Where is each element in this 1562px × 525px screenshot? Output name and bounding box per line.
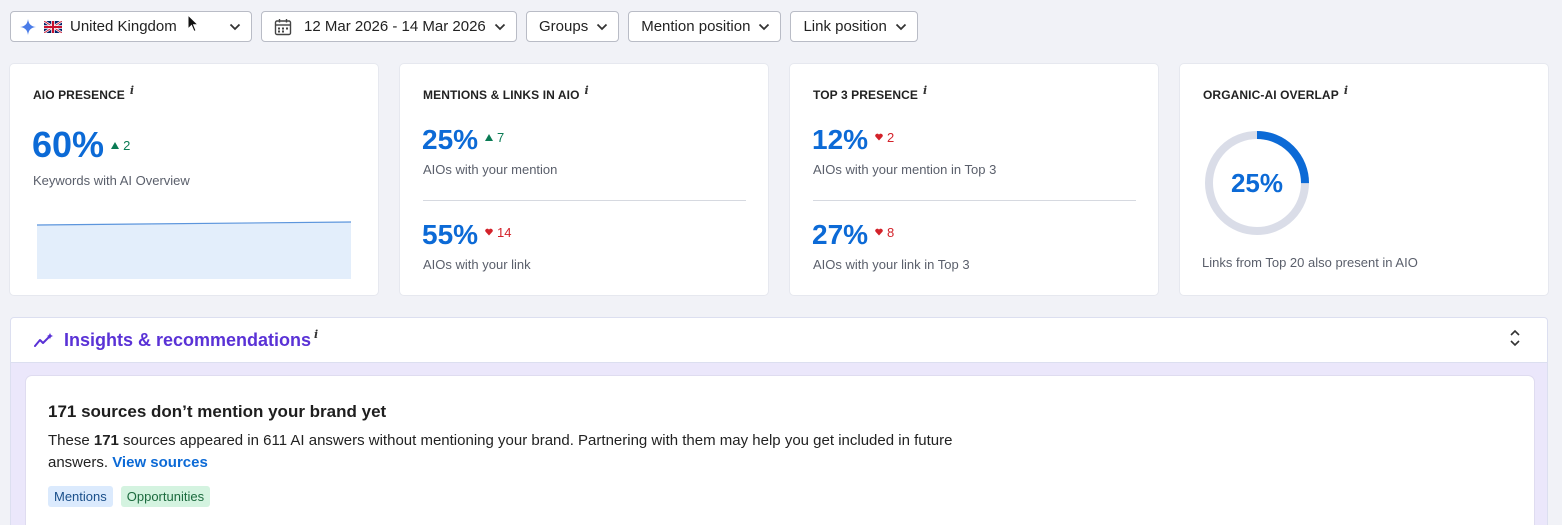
metric-subtitle: AIOs with your link in Top 3 (813, 257, 970, 272)
triangle-up-icon (485, 134, 494, 141)
insights-title: Insights & recommendations (64, 329, 312, 350)
chevron-down-icon (887, 23, 907, 31)
date-range-label: 12 Mar 2026 - 14 Mar 2026 (304, 18, 486, 35)
chevron-down-icon (221, 23, 241, 31)
groups-label: Groups (539, 18, 589, 35)
view-sources-link[interactable]: View sources (112, 454, 208, 471)
aio-presence-card: AIO PRESENCE i 60% 2 Keywords with AI Ove… (10, 64, 378, 295)
aio-presence-value: 60% 2 (32, 124, 130, 166)
chevron-down-icon (750, 23, 770, 31)
link-position-dropdown[interactable]: Link position (790, 11, 918, 42)
card-title-text: TOP 3 PRESENCE (813, 88, 918, 102)
metric-value: 60% (32, 124, 105, 165)
ai-sparkle-icon (20, 18, 36, 35)
recommendation-text: These 171 sources appeared in 611 AI ans… (48, 430, 1008, 474)
trend-sparkle-icon (34, 332, 54, 347)
delta-badge: 8 (875, 225, 894, 240)
top3-link-value: 27% 8 (812, 219, 894, 251)
heart-down-icon (485, 228, 493, 236)
chevron-down-icon (486, 23, 506, 31)
mention-position-label: Mention position (641, 18, 751, 35)
metric-subtitle: AIOs with your mention (423, 162, 558, 177)
delta-value: 8 (887, 224, 895, 240)
card-title: MENTIONS & LINKS IN AIO i (423, 84, 589, 102)
metric-subtitle: Links from Top 20 also present in AIO (1202, 255, 1418, 270)
rec-text-count: 171 (93, 432, 119, 449)
delta-value: 7 (497, 130, 505, 145)
mentions-links-card: MENTIONS & LINKS IN AIO i 25% 7 AIOs with… (400, 64, 768, 295)
metric-value: 27% (812, 219, 869, 250)
calendar-icon (274, 18, 292, 35)
chevron-down-icon (588, 23, 608, 31)
heart-down-icon (875, 228, 883, 236)
mouse-cursor-icon (187, 14, 199, 33)
card-title-text: AIO PRESENCE (33, 88, 125, 102)
metric-value: 25% (422, 124, 479, 155)
delta-badge: 7 (485, 130, 504, 145)
triangle-up-icon (111, 142, 120, 149)
info-icon[interactable]: i (314, 328, 318, 341)
link-position-label: Link position (803, 18, 887, 35)
card-title-text: MENTIONS & LINKS IN AIO (423, 88, 580, 102)
donut-value: 25% (1230, 167, 1284, 198)
insights-header[interactable]: Insights & recommendations i (11, 318, 1547, 363)
top3-presence-card: TOP 3 PRESENCE i 12% 2 AIOs with your men… (790, 64, 1158, 295)
card-title: AIO PRESENCE i (33, 84, 134, 102)
tag-mentions: Mentions (48, 486, 113, 507)
mention-position-dropdown[interactable]: Mention position (628, 11, 782, 42)
metric-subtitle: AIOs with your link (423, 257, 531, 272)
top3-mention-value: 12% 2 (812, 124, 894, 156)
mention-value: 25% 7 (422, 124, 504, 156)
link-value: 55% 14 (422, 219, 512, 251)
card-title: TOP 3 PRESENCE i (813, 84, 927, 102)
groups-dropdown[interactable]: Groups (526, 11, 620, 42)
organic-ai-overlap-card: ORGANIC-AI OVERLAP i 25% Links from Top 2… (1180, 64, 1548, 295)
metric-value: 55% (422, 219, 479, 250)
heart-down-icon (875, 133, 883, 141)
card-title-text: ORGANIC-AI OVERLAP (1203, 88, 1339, 102)
card-title: ORGANIC-AI OVERLAP i (1203, 84, 1348, 102)
delta-value: 2 (887, 129, 895, 145)
metric-subtitle: Keywords with AI Overview (33, 173, 190, 188)
filter-bar: United Kingdom 12 Mar 2026 - 14 Mar 2026… (10, 11, 918, 42)
metric-value: 12% (812, 124, 869, 155)
uk-flag-icon (44, 20, 62, 33)
recommendation-title: 171 sources don’t mention your brand yet (48, 402, 387, 421)
date-range-picker[interactable]: 12 Mar 2026 - 14 Mar 2026 (261, 11, 517, 42)
delta-badge: 14 (485, 224, 512, 240)
region-label: United Kingdom (70, 18, 177, 35)
delta-badge: 2 (111, 138, 130, 153)
info-icon[interactable]: i (585, 84, 589, 97)
region-dropdown[interactable]: United Kingdom (10, 11, 252, 42)
delta-value: 2 (123, 138, 131, 153)
info-icon[interactable]: i (1344, 84, 1348, 97)
info-icon[interactable]: i (130, 84, 134, 97)
delta-value: 14 (497, 224, 512, 240)
metric-subtitle: AIOs with your mention in Top 3 (813, 162, 997, 177)
delta-badge: 2 (875, 130, 894, 145)
recommendation-card: 171 sources don’t mention your brand yet… (26, 376, 1534, 525)
rec-text-prefix: These (48, 432, 94, 449)
tag-list: Mentions Opportunities (48, 486, 211, 507)
info-icon[interactable]: i (923, 84, 927, 97)
divider (813, 200, 1136, 201)
collapse-toggle-icon[interactable] (1509, 328, 1521, 348)
divider (423, 200, 746, 201)
insights-panel: Insights & recommendations i 171 sources… (10, 317, 1548, 525)
tag-opportunities: Opportunities (120, 486, 211, 507)
presence-sparkline (37, 221, 351, 279)
